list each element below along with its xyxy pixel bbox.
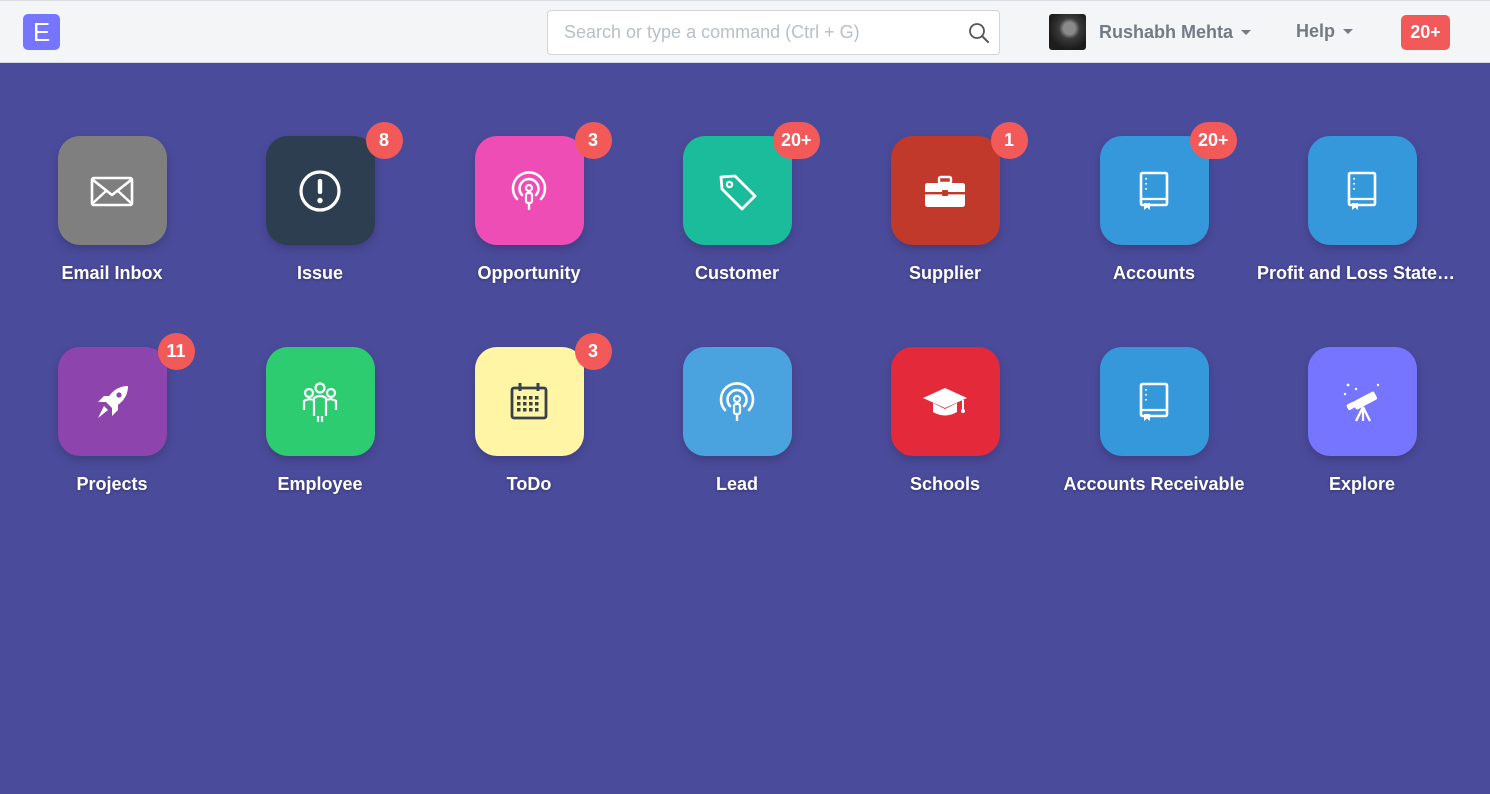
chevron-down-icon	[1241, 29, 1252, 35]
app-logo[interactable]: E	[23, 14, 60, 50]
app-label: Issue	[296, 263, 344, 283]
app-label: Schools	[909, 474, 980, 494]
app-explore[interactable]: Explore	[1257, 347, 1467, 495]
app-todo[interactable]: 3 ToDo	[424, 333, 634, 495]
app-badge: 11	[157, 333, 195, 370]
telescope-icon	[1343, 383, 1380, 422]
book-icon	[1347, 171, 1377, 210]
app-tile[interactable]: 20+	[1099, 122, 1237, 245]
app-tile[interactable]: 11	[57, 333, 195, 456]
app-badge: 3	[574, 122, 612, 159]
app-supplier[interactable]: 1 Supplier	[840, 122, 1050, 284]
app-tile[interactable]	[1307, 136, 1417, 245]
rocket-icon	[98, 385, 128, 418]
app-label: Profit and Loss Statement	[1257, 263, 1467, 283]
search-box	[547, 10, 1000, 55]
app-accounts[interactable]: 20+ Accounts	[1049, 122, 1259, 284]
app-label: Email Inbox	[61, 263, 163, 283]
chevron-down-icon	[1343, 29, 1354, 34]
app-label: Accounts	[1112, 263, 1195, 283]
app-projects[interactable]: 11 Projects	[7, 333, 217, 495]
app-tile[interactable]	[1307, 347, 1417, 456]
search-input[interactable]	[548, 11, 958, 54]
calendar-icon	[510, 382, 548, 419]
app-badge: 20+	[772, 122, 820, 159]
app-tile[interactable]	[890, 347, 1000, 456]
app-badge: 3	[574, 333, 612, 370]
app-badge: 8	[365, 122, 403, 159]
app-lead[interactable]: Lead	[632, 347, 842, 495]
envelope-icon	[90, 176, 134, 206]
app-tile[interactable]: 3	[474, 122, 612, 245]
app-email-inbox[interactable]: Email Inbox	[7, 136, 217, 284]
people-icon	[302, 381, 338, 422]
broadcast-person-icon	[511, 170, 547, 210]
search-icon[interactable]	[968, 22, 990, 44]
app-employee[interactable]: Employee	[215, 347, 425, 495]
app-label: ToDo	[506, 474, 552, 494]
book-icon	[1139, 382, 1169, 421]
app-opportunity[interactable]: 3 Opportunity	[424, 122, 634, 284]
app-label: Accounts Receivable	[1063, 474, 1245, 494]
app-label: Explore	[1328, 474, 1396, 494]
app-schools[interactable]: Schools	[840, 347, 1050, 495]
app-issue[interactable]: 8 Issue	[215, 122, 425, 284]
exclamation-circle-icon	[299, 169, 341, 212]
user-name: Rushabh Mehta	[1099, 21, 1234, 42]
avatar	[1049, 14, 1086, 50]
app-label: Supplier	[908, 263, 981, 283]
app-label: Opportunity	[477, 263, 581, 283]
app-tile[interactable]	[57, 136, 167, 245]
app-label: Projects	[76, 474, 148, 494]
user-menu[interactable]: Rushabh Mehta	[1049, 14, 1252, 50]
app-badge: 1	[990, 122, 1028, 159]
navbar: E Rushabh Mehta Help 20+	[0, 0, 1490, 63]
app-tile[interactable]	[265, 347, 375, 456]
app-label: Employee	[277, 474, 363, 494]
app-tile[interactable]: 3	[474, 333, 612, 456]
book-icon	[1139, 171, 1169, 210]
app-accounts-receivable[interactable]: Accounts Receivable	[1049, 347, 1259, 495]
help-label: Help	[1296, 21, 1336, 41]
app-tile[interactable]: 20+	[682, 122, 820, 245]
broadcast-person-icon	[719, 381, 755, 421]
app-tile[interactable]	[682, 347, 792, 456]
app-tile[interactable]: 8	[265, 122, 403, 245]
notifications-button[interactable]: 20+	[1401, 15, 1450, 50]
app-tile[interactable]: 1	[890, 122, 1028, 245]
app-customer[interactable]: 20+ Customer	[632, 122, 842, 284]
graduation-cap-icon	[923, 387, 967, 415]
app-profit-and-loss-statement[interactable]: Profit and Loss Statement	[1257, 136, 1467, 284]
help-menu[interactable]: Help	[1296, 21, 1354, 42]
briefcase-icon	[925, 175, 965, 207]
app-label: Customer	[694, 263, 779, 283]
app-label: Lead	[715, 474, 758, 494]
tag-icon	[719, 174, 757, 210]
app-tile[interactable]	[1099, 347, 1209, 456]
app-badge: 20+	[1189, 122, 1237, 159]
